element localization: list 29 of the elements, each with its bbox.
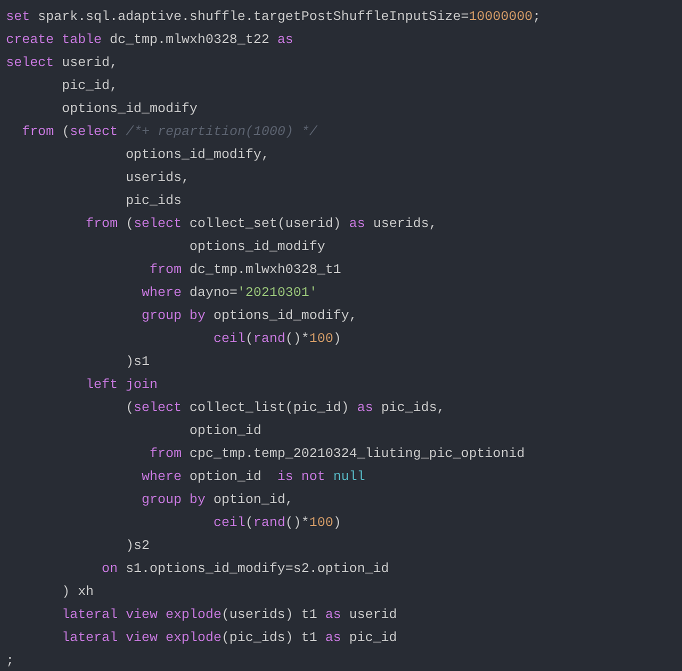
code-line: pic_id, [60,77,118,95]
code-line: group by options_id_modify, [140,307,358,325]
code-line: from (select collect_set(userid) as userids, [84,215,437,233]
code-line: from cpc_tmp.temp_20210324_liuting_pic_optionid [148,445,525,463]
code-line: group by option_id, [140,491,294,509]
code-line: where option_id is not null [140,468,366,486]
code-line: )s1 [124,353,150,371]
code-line: where dayno='20210301' [140,284,318,302]
code-line: (select collect_list(pic_id) as pic_ids, [124,399,445,417]
code-line: on s1.options_id_modify=s2.option_id [100,560,390,578]
code-line: ; [6,652,14,670]
code-line: option_id [188,422,262,440]
code-line: from (select /*+ repartition(1000) */ [20,123,318,141]
code-line: ceil(rand()*100) [212,330,342,348]
code-line: from dc_tmp.mlwxh0328_t1 [148,261,342,279]
code-line: left join [84,376,158,394]
code-line: userids, [124,169,190,187]
code-line: set spark.sql.adaptive.shuffle.targetPostShuffleInputSize=10000000; [6,8,541,26]
code-line: lateral view explode(userids) t1 as userid [60,606,398,624]
code-line: ) xh [60,583,94,601]
code-line: options_id_modify [60,100,198,118]
code-line: options_id_modify, [124,146,270,164]
code-line: lateral view explode(pic_ids) t1 as pic_id [60,629,398,647]
code-line: )s2 [124,537,150,555]
code-line: create table dc_tmp.mlwxh0328_t22 as [6,31,294,49]
code-line: pic_ids [124,192,182,210]
code-line: ceil(rand()*100) [212,514,342,532]
code-line: select userid, [6,54,118,72]
code-line: options_id_modify [188,238,326,256]
